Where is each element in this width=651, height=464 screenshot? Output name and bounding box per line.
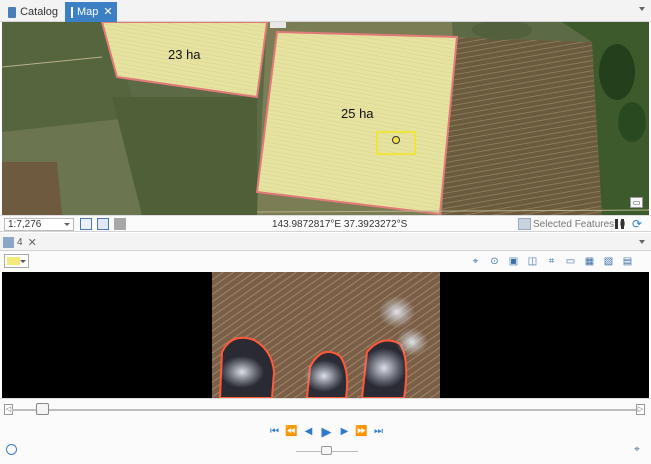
play-icon[interactable]: ▶ bbox=[319, 425, 334, 439]
video-pane-tab-bar: 4 ✕ bbox=[0, 233, 651, 251]
scale-value: 1:7,276 bbox=[8, 219, 42, 230]
color-picker-dropdown[interactable] bbox=[4, 254, 29, 268]
tab-list-dropdown-icon[interactable] bbox=[639, 7, 645, 11]
step-forward-icon[interactable]: ▶ bbox=[338, 425, 351, 439]
pane-dropdown-icon[interactable] bbox=[639, 240, 645, 244]
tab-map[interactable]: Map ✕ bbox=[65, 2, 117, 22]
fixed-zoom-icon[interactable] bbox=[80, 218, 92, 230]
field-area-label: 23 ha bbox=[168, 47, 201, 62]
field-polygon-25ha bbox=[255, 30, 459, 215]
satellite-imagery bbox=[2, 22, 649, 215]
settings-icon[interactable]: ▤ bbox=[621, 255, 634, 268]
measure-icon[interactable]: ⌗ bbox=[545, 255, 558, 268]
map-icon bbox=[71, 6, 73, 18]
selected-features-icon bbox=[518, 218, 531, 230]
follow-sensor-icon[interactable]: ⊙ bbox=[488, 255, 501, 268]
grid-navigation-icon[interactable] bbox=[97, 218, 109, 230]
rewind-icon[interactable]: ⏪ bbox=[285, 425, 298, 439]
catalog-icon bbox=[8, 6, 17, 18]
bookmark-icon[interactable]: ▣ bbox=[507, 255, 520, 268]
close-icon[interactable]: ✕ bbox=[28, 236, 37, 249]
cursor-coordinates: 143.9872817°E 37.3923272°S bbox=[272, 219, 408, 230]
refresh-icon[interactable]: ⟳ bbox=[632, 218, 642, 230]
video-toolbar: ⌖ ⊙ ▣ ◫ ⌗ ▭ ▦ ▧ ▤ bbox=[0, 251, 651, 272]
close-icon[interactable]: ✕ bbox=[103, 6, 112, 18]
video-player-controls: ◁ ▷ ⏮ ⏪ ◀ ▶ ▶ ⏩ ⏭ ⌖ bbox=[0, 398, 651, 464]
scale-dropdown[interactable]: 1:7,276 bbox=[4, 218, 74, 231]
field-area-label: 25 ha bbox=[341, 106, 374, 121]
tab-video-player[interactable]: 4 ✕ bbox=[3, 235, 37, 250]
export-icon[interactable]: ▧ bbox=[602, 255, 615, 268]
sensor-icon[interactable]: ⌖ bbox=[631, 444, 643, 456]
fast-forward-icon[interactable]: ⏩ bbox=[355, 425, 368, 439]
timeline-scrubber[interactable] bbox=[36, 403, 50, 415]
playback-controls: ⏮ ⏪ ◀ ▶ ▶ ⏩ ⏭ bbox=[268, 425, 385, 439]
playback-speed-slider[interactable] bbox=[321, 446, 332, 455]
color-swatch bbox=[7, 257, 20, 265]
chevron-down-icon bbox=[64, 223, 70, 226]
selected-features-count: Selected Features: 0 bbox=[533, 219, 626, 230]
step-back-icon[interactable]: ◀ bbox=[302, 425, 315, 439]
map-view[interactable]: 23 ha 25 ha ▭ bbox=[2, 22, 649, 215]
map-status-bar: 1:7,276 143.9872817°E 37.3923272°S Selec… bbox=[0, 215, 651, 232]
skip-to-start-icon[interactable]: ⏮ bbox=[268, 425, 281, 439]
video-player-icon bbox=[3, 237, 14, 248]
chevron-down-icon bbox=[20, 260, 26, 263]
graphics-icon[interactable]: ▦ bbox=[583, 255, 596, 268]
zoom-to-frame-icon[interactable]: ⌖ bbox=[469, 255, 482, 268]
capture-frame-icon[interactable]: ◫ bbox=[526, 255, 539, 268]
tab-catalog-label: Catalog bbox=[20, 6, 58, 18]
timeline-end-icon[interactable]: ▷ bbox=[636, 404, 645, 415]
frame-outline-icon[interactable]: ▭ bbox=[564, 255, 577, 268]
tab-catalog[interactable]: Catalog bbox=[2, 2, 64, 22]
table-icon[interactable] bbox=[114, 218, 126, 230]
pause-drawing-icon[interactable] bbox=[615, 219, 624, 229]
video-image bbox=[212, 272, 440, 398]
tab-map-label: Map bbox=[77, 6, 99, 18]
tab-video-label: 4 bbox=[17, 237, 23, 248]
map-tips-icon[interactable]: ▭ bbox=[630, 197, 643, 208]
video-frame[interactable] bbox=[2, 272, 649, 398]
timeline-track[interactable] bbox=[12, 409, 638, 411]
skip-to-end-icon[interactable]: ⏭ bbox=[372, 425, 385, 439]
document-tab-bar: Catalog Map ✕ bbox=[0, 0, 651, 22]
clock-icon[interactable] bbox=[6, 444, 17, 455]
